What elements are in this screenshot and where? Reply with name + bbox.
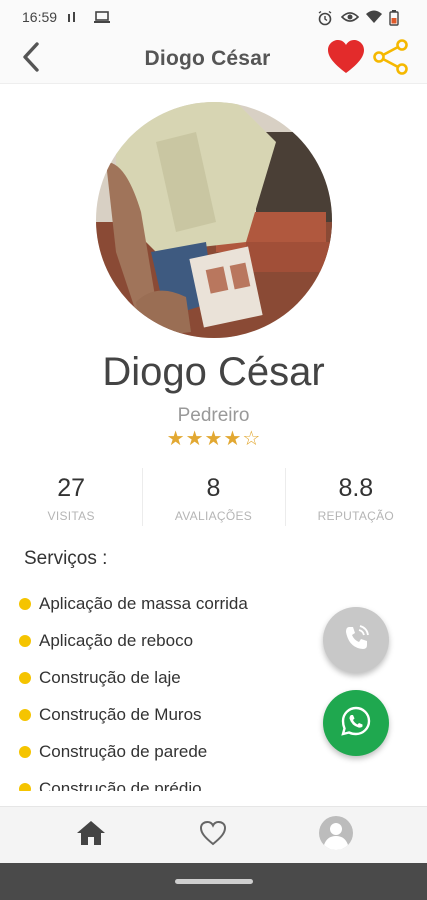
bullet-dot-icon: [19, 597, 31, 610]
nav-favorites[interactable]: [183, 810, 243, 860]
list-item: Aplicação de reboco: [16, 622, 336, 659]
phone-icon: [341, 623, 371, 658]
stat-value: 8.8: [338, 474, 374, 502]
stat-label: VISITAS: [47, 509, 95, 523]
call-button[interactable]: [323, 607, 389, 673]
bullet-dot-icon: [19, 782, 31, 791]
service-label: Construção de laje: [39, 667, 181, 687]
stat-value: 8: [206, 474, 221, 502]
stat-label: AVALIAÇÕES: [174, 509, 253, 523]
stat-value: 27: [57, 474, 86, 502]
stat-visits: 27 VISITAS: [0, 466, 142, 526]
status-left: 16:59: [22, 9, 111, 25]
service-label: Aplicação de massa corrida: [39, 593, 248, 613]
whatsapp-button[interactable]: [323, 690, 389, 756]
eye-icon: [340, 10, 360, 24]
list-item: Construção de Muros: [16, 696, 336, 733]
list-item: Construção de laje: [16, 659, 336, 696]
list-item: Construção de parede: [16, 733, 336, 770]
profile-name: Diogo César: [102, 350, 325, 394]
list-item: Construção de prédio: [16, 770, 336, 791]
profile-avatar: [96, 102, 332, 338]
home-icon: [76, 820, 106, 851]
service-label: Construção de prédio: [39, 778, 202, 792]
bottom-nav: [0, 806, 427, 863]
bullet-dot-icon: [19, 634, 31, 647]
home-gesture-pill[interactable]: [174, 879, 253, 884]
stat-reviews: 8 AVALIAÇÕES: [142, 466, 284, 526]
stat-label: REPUTAÇÃO: [317, 509, 395, 523]
app-bar: Diogo César: [0, 34, 427, 84]
bullet-dot-icon: [19, 745, 31, 758]
star-filled-icon: ★: [185, 428, 204, 450]
chevron-left-icon: [21, 41, 41, 77]
share-icon: [372, 38, 410, 80]
star-filled-icon: ★: [204, 428, 223, 450]
nav-profile[interactable]: [306, 810, 366, 860]
laptop-icon: [93, 10, 111, 24]
services-title: Serviços :: [24, 548, 108, 569]
heart-icon: [326, 39, 366, 80]
nav-home[interactable]: [61, 810, 121, 860]
services-list: Aplicação de massa corrida Aplicação de …: [16, 585, 336, 791]
user-avatar-icon: [318, 815, 354, 856]
battery-icon: [389, 10, 405, 26]
bullet-dot-icon: [19, 708, 31, 721]
sim-icon: [67, 10, 83, 24]
star-filled-icon: ★: [223, 428, 242, 450]
bullet-dot-icon: [19, 671, 31, 684]
list-item: Aplicação de massa corrida: [16, 585, 336, 622]
share-button[interactable]: [371, 38, 411, 80]
status-time: 16:59: [22, 9, 58, 25]
profile-role: Pedreiro: [177, 405, 250, 426]
whatsapp-icon: [340, 705, 372, 742]
star-empty-icon: ☆: [242, 428, 261, 450]
status-bar: 16:59: [0, 0, 427, 34]
status-right: [317, 10, 405, 26]
heart-outline-icon: [199, 820, 227, 851]
service-label: Construção de Muros: [39, 704, 202, 724]
service-label: Aplicação de reboco: [39, 630, 194, 650]
stats-row: 27 VISITAS 8 AVALIAÇÕES 8.8 REPUTAÇÃO: [0, 466, 427, 526]
alarm-icon: [317, 10, 333, 26]
wifi-icon: [365, 10, 382, 24]
rating-stars: ★ ★ ★ ★ ☆: [0, 428, 427, 450]
favorite-button[interactable]: [325, 39, 367, 80]
system-nav-bar: [0, 863, 427, 900]
back-button[interactable]: [14, 41, 48, 77]
stat-reputation: 8.8 REPUTAÇÃO: [284, 466, 427, 526]
star-filled-icon: ★: [166, 428, 185, 450]
service-label: Construção de parede: [39, 741, 208, 761]
